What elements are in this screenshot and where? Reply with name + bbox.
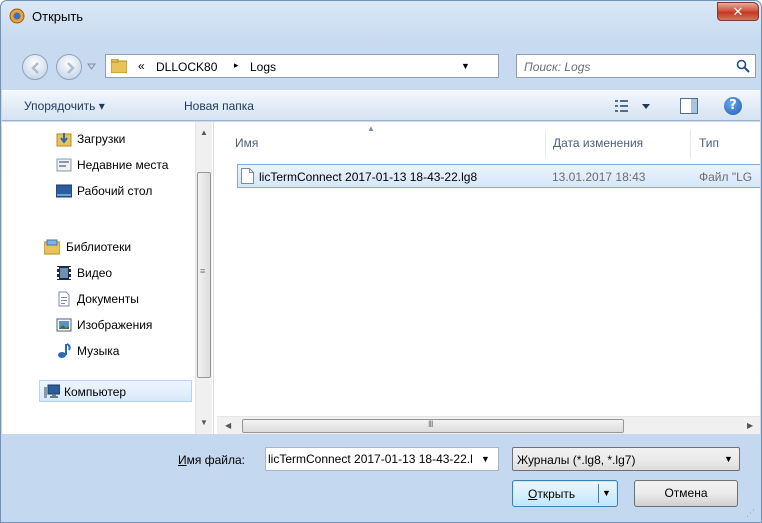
- filename-label: Имя файла:: [178, 453, 245, 467]
- folder-icon: [111, 59, 127, 73]
- open-file-dialog: Открыть ✕ « DLLOCK80 ▸ Logs ▼ ↰ Поиск: L…: [0, 0, 762, 523]
- recent-places-icon: [56, 158, 72, 172]
- documents-icon: [58, 291, 70, 307]
- sidebar-item-label: Изображения: [77, 318, 153, 332]
- sort-ascending-icon: ▲: [367, 124, 375, 133]
- file-list-horizontal-scrollbar[interactable]: ◀ III ▶: [217, 416, 760, 434]
- change-view-icon[interactable]: [614, 97, 654, 115]
- close-button[interactable]: ✕: [717, 2, 759, 21]
- file-name: licTermConnect 2017-01-13 18-43-22.lg8: [259, 170, 478, 184]
- breadcrumb-dllock80[interactable]: DLLOCK80: [156, 60, 217, 74]
- libraries-icon: [44, 239, 60, 255]
- sidebar-item-music[interactable]: Музыка: [2, 340, 194, 362]
- column-header-type[interactable]: Тип: [699, 136, 719, 150]
- recent-pages-dropdown-icon[interactable]: [87, 62, 96, 71]
- video-icon: [57, 266, 71, 280]
- sidebar-item-computer[interactable]: Компьютер: [39, 380, 192, 402]
- window-title: Открыть: [32, 9, 84, 24]
- sidebar-item-video[interactable]: Видео: [2, 262, 194, 284]
- file-icon: [241, 168, 254, 184]
- music-icon: [58, 343, 71, 358]
- scroll-grip-icon: ≡: [200, 266, 206, 276]
- sidebar-item-label: Загрузки: [77, 132, 126, 146]
- sidebar-vertical-scrollbar[interactable]: ▲ ≡ ▼: [195, 122, 212, 434]
- cancel-button[interactable]: Отмена: [634, 480, 738, 507]
- content-area: Загрузки Недавние места Рабочий стол Биб…: [2, 122, 760, 434]
- search-input[interactable]: Поиск: Logs: [516, 54, 756, 78]
- scroll-grip-icon: III: [428, 419, 433, 429]
- column-divider[interactable]: [545, 130, 546, 158]
- navigation-pane: Загрузки Недавние места Рабочий стол Биб…: [2, 122, 213, 434]
- sidebar-item-label: Документы: [77, 292, 139, 306]
- column-divider[interactable]: [690, 130, 691, 158]
- downloads-icon: [56, 133, 72, 147]
- breadcrumb-logs[interactable]: Logs: [250, 60, 276, 74]
- close-icon: ✕: [732, 4, 744, 19]
- sidebar-item-documents[interactable]: Документы: [2, 288, 194, 310]
- sidebar-item-label: Недавние места: [77, 158, 169, 172]
- sidebar-item-pictures[interactable]: Изображения: [2, 314, 194, 336]
- title-bar[interactable]: Открыть ✕: [1, 1, 761, 37]
- sidebar-item-label: Компьютер: [64, 385, 127, 399]
- resize-grip-icon[interactable]: ⋰: [746, 508, 755, 519]
- back-button[interactable]: [22, 54, 48, 80]
- scroll-left-icon[interactable]: ◀: [225, 421, 231, 430]
- help-icon[interactable]: ?: [724, 97, 742, 115]
- scroll-thumb[interactable]: III: [242, 419, 624, 433]
- filename-input[interactable]: [268, 450, 473, 468]
- file-list: Имя ▲ Дата изменения Тип licTermConnect …: [217, 122, 760, 434]
- arrow-left-icon: [31, 62, 39, 74]
- breadcrumb-separator-icon[interactable]: ▸: [234, 60, 239, 71]
- app-icon: [9, 8, 25, 24]
- scroll-right-icon[interactable]: ▶: [747, 421, 753, 430]
- computer-icon: [44, 384, 60, 398]
- sidebar-item-label: Видео: [77, 266, 113, 280]
- new-folder-button[interactable]: Новая папка: [184, 99, 254, 113]
- file-row[interactable]: licTermConnect 2017-01-13 18-43-22.lg8 1…: [237, 164, 760, 188]
- sidebar-item-label: Библиотеки: [66, 240, 132, 254]
- preview-pane-icon[interactable]: [680, 98, 698, 114]
- column-header-name[interactable]: Имя: [235, 136, 258, 150]
- scroll-down-icon[interactable]: ▼: [200, 418, 208, 427]
- open-button[interactable]: Открыть ▼: [512, 480, 618, 507]
- split-button-divider: [598, 484, 599, 503]
- sidebar-item-downloads[interactable]: Загрузки: [2, 128, 194, 150]
- command-toolbar: Упорядочить ▾ Новая папка ?: [2, 90, 760, 121]
- filename-combobox[interactable]: ▼: [265, 447, 499, 471]
- scroll-up-icon[interactable]: ▲: [200, 128, 208, 137]
- file-date: 13.01.2017 18:43: [552, 170, 646, 184]
- address-bar[interactable]: « DLLOCK80 ▸ Logs ▼ ↰: [105, 54, 594, 78]
- file-type-filter-value: Журналы (*.lg8, *.lg7): [517, 453, 636, 467]
- sidebar-item-recent-places[interactable]: Недавние места: [2, 154, 194, 176]
- sidebar-item-label: Музыка: [77, 344, 120, 358]
- organize-button[interactable]: Упорядочить ▾: [24, 99, 105, 113]
- search-icon[interactable]: [736, 59, 750, 73]
- sidebar-item-label: Рабочий стол: [77, 184, 153, 198]
- file-type-filter-select[interactable]: Журналы (*.lg8, *.lg7) ▼: [512, 447, 740, 471]
- column-header-date[interactable]: Дата изменения: [553, 136, 643, 150]
- address-overflow-chevron[interactable]: «: [138, 59, 145, 73]
- forward-button[interactable]: [56, 54, 82, 80]
- search-placeholder: Поиск: Logs: [524, 60, 591, 74]
- address-dropdown-icon[interactable]: ▼: [461, 61, 470, 71]
- sidebar-item-desktop[interactable]: Рабочий стол: [2, 180, 194, 202]
- arrow-right-icon: [67, 62, 75, 74]
- chevron-down-icon[interactable]: ▼: [602, 488, 611, 498]
- desktop-icon: [56, 184, 72, 198]
- sidebar-item-libraries[interactable]: Библиотеки: [2, 236, 194, 258]
- open-button-label: Открыть: [528, 487, 576, 501]
- chevron-down-icon[interactable]: ▼: [724, 454, 733, 464]
- file-type: Файл "LG: [699, 170, 753, 184]
- chevron-down-icon[interactable]: ▼: [481, 454, 490, 464]
- pictures-icon: [56, 318, 72, 332]
